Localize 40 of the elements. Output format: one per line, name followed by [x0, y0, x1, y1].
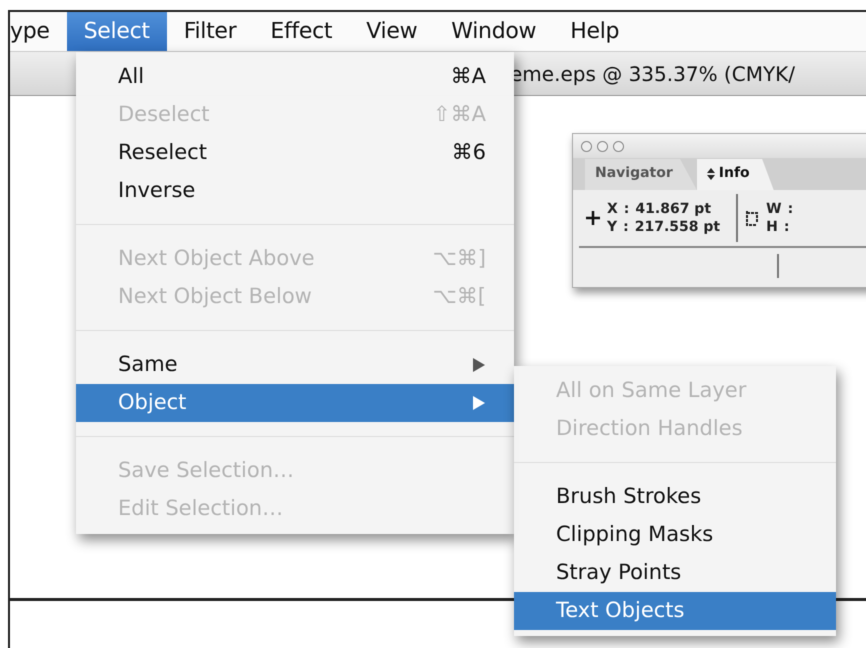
menu-bar-item[interactable]: Select [66, 12, 167, 51]
field-separator: : [788, 201, 794, 217]
shortcut: ⌥⌘[ [432, 283, 486, 310]
menu-bar-item[interactable]: ype [10, 12, 67, 51]
submenu-arrow-icon [472, 395, 486, 411]
menu-item[interactable]: Text Objects [514, 592, 836, 630]
crosshair-icon [585, 210, 601, 226]
field-separator: : [784, 219, 790, 235]
menu-item[interactable]: Brush Strokes [514, 478, 836, 516]
shortcut: ⌥⌘] [432, 245, 486, 272]
panel-tab[interactable]: Info [696, 159, 774, 190]
field-value: 217.558 pt [634, 219, 720, 235]
shortcut: ⇧⌘A [433, 101, 486, 128]
menu-item[interactable]: Stray Points [514, 554, 836, 592]
menu-bar-item[interactable]: Window [434, 12, 554, 51]
panel-tab[interactable]: Navigator [585, 159, 697, 190]
zoom-icon[interactable] [613, 140, 624, 152]
menu-bar-item[interactable]: Help [553, 12, 636, 51]
panel-options-icon[interactable] [706, 168, 715, 180]
shortcut: ⌘6 [452, 139, 486, 166]
menu-item[interactable]: Same [76, 346, 514, 384]
field-label: H [766, 219, 778, 235]
shortcut: ⌘A [450, 63, 486, 90]
menu-bar-item[interactable]: Effect [253, 12, 350, 51]
field-separator: : [623, 219, 629, 235]
field-label: W [766, 201, 782, 217]
menu-item[interactable]: Object [76, 384, 514, 422]
bounding-box-icon [744, 209, 760, 227]
menu-item[interactable]: Clipping Masks [514, 516, 836, 554]
field-separator: : [624, 201, 630, 217]
field-label: Y [607, 219, 618, 235]
minimize-icon[interactable] [597, 140, 608, 152]
menu-item[interactable]: Reselect ⌘6 [76, 134, 514, 172]
close-icon[interactable] [581, 140, 592, 152]
menu-item[interactable]: Inverse [76, 172, 514, 210]
field-value: 41.867 pt [635, 201, 712, 217]
field-label: X [607, 201, 618, 217]
menu-bar-item[interactable]: Filter [166, 12, 254, 51]
menu-bar-item[interactable]: View [349, 12, 434, 51]
submenu-arrow-icon [472, 357, 486, 373]
